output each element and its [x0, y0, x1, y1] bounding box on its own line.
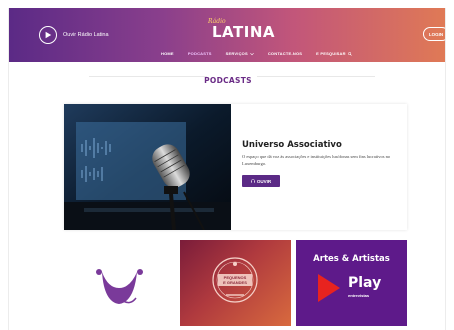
- microphone-image: [64, 104, 231, 230]
- nav-servicos-label: SERVIÇOS: [225, 51, 248, 56]
- nav-podcasts[interactable]: PODCASTS: [188, 51, 212, 56]
- logo-big-text: LATINA: [212, 23, 275, 41]
- podcast-card-smile[interactable]: [64, 240, 175, 326]
- listen-live-label: Ouvir Rádio Latina: [63, 32, 109, 38]
- search-icon: [347, 51, 352, 56]
- featured-description: O espaço que dá voz às associações e ins…: [242, 154, 391, 166]
- site-header: Ouvir Rádio Latina Rádio LATINA LOGIN HO…: [9, 8, 445, 62]
- login-button[interactable]: LOGIN: [423, 27, 445, 41]
- smile-logo-icon: [96, 269, 143, 304]
- chevron-down-icon: [250, 52, 254, 55]
- page-frame: Ouvir Rádio Latina Rádio LATINA LOGIN HO…: [8, 8, 446, 330]
- pequenos-grandes-badge-icon: PEQUENOS E GRANDES: [212, 257, 258, 303]
- nav-contacte[interactable]: CONTACTE-NOS: [268, 51, 302, 56]
- play-icon: [39, 26, 57, 44]
- ouvir-label: OUVIR: [256, 178, 272, 184]
- site-logo[interactable]: Rádio LATINA: [208, 18, 274, 42]
- artes-title: Artes & Artistas: [313, 254, 390, 264]
- play-wordmark: Play: [348, 275, 382, 291]
- headphones-icon: [251, 179, 255, 183]
- main-nav: HOME PODCASTS SERVIÇOS CONTACTE-NOS E PE…: [161, 51, 352, 56]
- featured-title[interactable]: Universo Associativo: [242, 140, 402, 150]
- entrevistas-label: entrevistas: [348, 293, 370, 298]
- badge-line-2: E GRANDES: [223, 280, 247, 285]
- featured-body: Universo Associativo O espaço que dá voz…: [242, 140, 402, 187]
- listen-live-button[interactable]: Ouvir Rádio Latina: [39, 26, 109, 44]
- nav-search-label: E PESQUISAR: [316, 51, 346, 56]
- nav-servicos[interactable]: SERVIÇOS: [226, 51, 254, 56]
- featured-podcast-card[interactable]: Universo Associativo O espaço que dá voz…: [64, 104, 407, 230]
- podcast-card-artes-artistas[interactable]: Artes & Artistas Play entrevistas: [296, 240, 407, 326]
- ouvir-button[interactable]: OUVIR: [242, 175, 280, 187]
- section-title: PODCASTS: [9, 70, 445, 88]
- section-title-text: PODCASTS: [204, 76, 252, 85]
- podcast-card-pequenos-grandes[interactable]: PEQUENOS E GRANDES: [180, 240, 291, 326]
- nav-home[interactable]: HOME: [161, 51, 174, 56]
- play-triangle-icon: [318, 274, 340, 302]
- nav-search[interactable]: E PESQUISAR: [316, 51, 352, 56]
